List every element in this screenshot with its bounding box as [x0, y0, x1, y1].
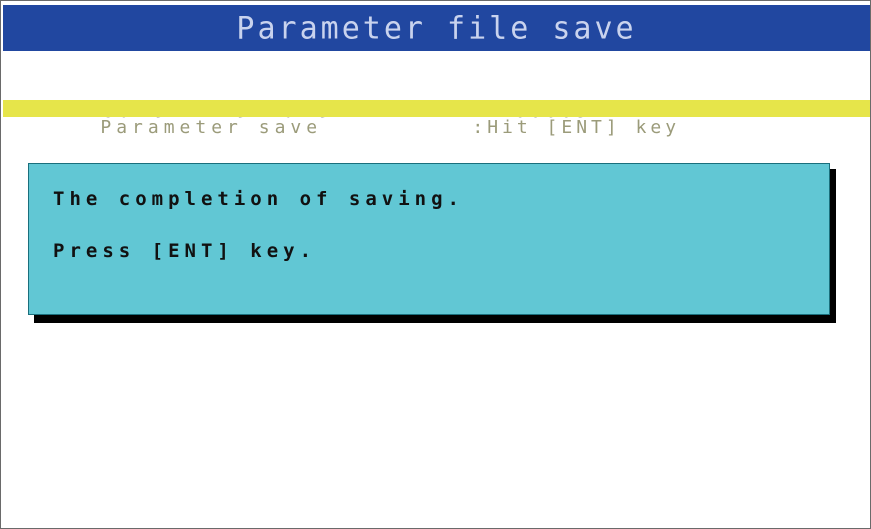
parameter-save-value: :Hit [ENT] key [472, 117, 681, 138]
dialog-message: The completion of saving. [53, 188, 464, 210]
title-bar: Parameter file save [3, 5, 870, 51]
parameter-save-label: Parameter save [100, 117, 323, 138]
save-file-name-row: Save file name:PA00005 [37, 77, 590, 122]
dialog-instruction: Press [ENT] key. [53, 240, 317, 262]
parameter-save-row[interactable]: Parameter save :Hit [ENT] key [37, 98, 680, 138]
parameter-save-screen: Parameter file save Save file name:PA000… [0, 0, 871, 529]
completion-dialog: The completion of saving. Press [ENT] ke… [28, 163, 830, 315]
window-title: Parameter file save [236, 9, 637, 47]
